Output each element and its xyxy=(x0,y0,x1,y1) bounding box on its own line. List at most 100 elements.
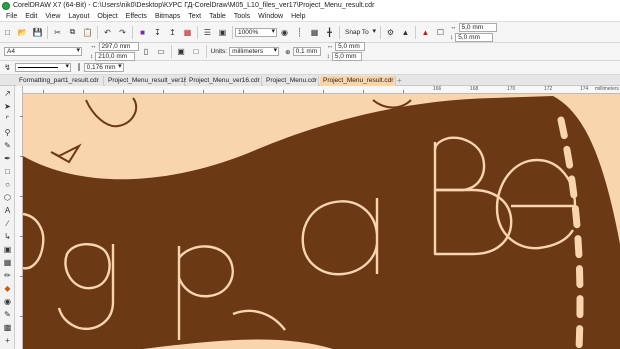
ruler-tick xyxy=(243,90,244,93)
menu-bitmaps[interactable]: Bitmaps xyxy=(151,13,184,20)
add-tool-icon[interactable]: + xyxy=(2,335,13,346)
vertical-ruler[interactable] xyxy=(15,86,23,349)
color-eyedropper-icon[interactable]: ✏ xyxy=(2,270,13,281)
horizontal-ruler[interactable]: 166 168 170 172 174 millimeters xyxy=(23,86,620,94)
coreldraw-window: CorelDRAW X7 (64-Bit) - C:\Users\nik0\De… xyxy=(0,0,620,349)
menu-tools[interactable]: Tools xyxy=(230,13,254,20)
landscape-orientation-icon[interactable]: ▭ xyxy=(156,46,167,57)
transparency-tool-icon[interactable]: ▦ xyxy=(2,257,13,268)
nudge-x-icon: ↔ xyxy=(450,23,457,31)
polygon-tool-icon[interactable]: ⬡ xyxy=(2,192,13,203)
crop-tool-icon[interactable]: ⌜ xyxy=(2,114,13,125)
nudge-group: ↔ 5,0 mm ↕ 5,0 mm xyxy=(448,22,497,42)
paste-icon[interactable]: 📋 xyxy=(82,27,93,38)
undo-icon[interactable]: ↶ xyxy=(102,27,113,38)
menu-layout[interactable]: Layout xyxy=(64,13,93,20)
open-folder-icon[interactable]: 📂 xyxy=(17,27,28,38)
welcome-screen-icon[interactable]: ▣ xyxy=(217,27,228,38)
page-width-field[interactable]: 297,0 mm xyxy=(98,42,139,51)
publish-pdf-icon[interactable]: ▦ xyxy=(182,27,193,38)
units-label: Units: xyxy=(210,48,228,55)
nudge-offset-field[interactable]: 0,1 mm xyxy=(292,47,321,56)
tab-project-menu[interactable]: Project_Menu.cdr xyxy=(263,76,319,86)
snap-to-dropdown[interactable]: Snap To xyxy=(342,28,378,37)
show-guidelines-icon[interactable]: ╋ xyxy=(324,27,335,38)
artistic-media-icon[interactable]: ✒ xyxy=(2,153,13,164)
toolbar-divider xyxy=(97,25,98,39)
nudge-x-field[interactable]: 5,0 mm xyxy=(458,22,497,32)
connector-tool-icon[interactable]: ↳ xyxy=(2,231,13,242)
ellipse-tool-icon[interactable]: ○ xyxy=(2,179,13,190)
line-style-select[interactable] xyxy=(15,63,71,72)
outline-color-icon[interactable]: ☐ xyxy=(435,27,446,38)
options-gear-icon[interactable]: ⚙ xyxy=(385,27,396,38)
import-icon[interactable]: ↧ xyxy=(152,27,163,38)
toolbar-divider xyxy=(170,45,172,58)
redo-icon[interactable]: ↷ xyxy=(117,27,128,38)
page-dimensions: ↔ 297,0 mm ↕ 210,0 mm xyxy=(88,42,139,61)
tab-project-menu-result-ver16[interactable]: Project_Menu_result_ver16.cdr xyxy=(105,76,198,86)
shape-tool-icon[interactable]: ➤ xyxy=(2,101,13,112)
units-select[interactable]: millimeters xyxy=(229,47,280,56)
outline-pen-icon[interactable]: ✎ xyxy=(2,309,13,320)
tab-formatting-part1-result[interactable]: Formatting_part1_result.cdr xyxy=(16,76,104,86)
nudge-y-field[interactable]: 5,0 mm xyxy=(455,32,494,42)
menu-help[interactable]: Help xyxy=(287,13,309,20)
duplicate-y-field[interactable]: 5,0 mm xyxy=(331,52,362,61)
page-height-field[interactable]: 210,0 mm xyxy=(95,52,136,61)
outline-bar: ↯ ║ 0,176 mm xyxy=(0,61,620,75)
launch-icon[interactable]: ▲ xyxy=(400,27,411,38)
rectangle-tool-icon[interactable]: □ xyxy=(2,166,13,177)
drop-shadow-icon[interactable]: ▣ xyxy=(2,244,13,255)
menu-text[interactable]: Text xyxy=(184,13,205,20)
fill-tool-icon[interactable]: ▩ xyxy=(2,322,13,333)
export-icon[interactable]: ↥ xyxy=(167,27,178,38)
toolbar-divider xyxy=(415,25,416,39)
zoom-level-select[interactable]: 1000% xyxy=(235,27,277,37)
outline-width-select[interactable]: 0,176 mm xyxy=(83,63,124,72)
tab-project-menu-ver16[interactable]: Project_Menu_ver16.cdr xyxy=(186,76,262,86)
interactive-fill-icon[interactable]: ◆ xyxy=(2,283,13,294)
menu-effects[interactable]: Effects xyxy=(122,13,151,20)
portrait-orientation-icon[interactable]: ▯ xyxy=(141,46,152,57)
fill-color-icon[interactable]: ▲ xyxy=(420,27,431,38)
parallel-dimension-icon[interactable]: ∕ xyxy=(2,218,13,229)
current-page-icon[interactable]: □ xyxy=(191,46,202,57)
show-grid-icon[interactable]: ▦ xyxy=(309,27,320,38)
duplicate-x-icon: ↔ xyxy=(326,43,334,50)
drawing-canvas[interactable] xyxy=(23,94,620,349)
menu-edit[interactable]: Edit xyxy=(21,13,41,20)
artwork[interactable] xyxy=(23,94,620,349)
coreldraw-logo-icon xyxy=(2,1,10,10)
save-icon[interactable]: 💾 xyxy=(32,27,43,38)
smart-fill-icon[interactable]: ◉ xyxy=(2,296,13,307)
zoom-tool-icon[interactable]: ⚲ xyxy=(2,127,13,138)
ruler-tick xyxy=(203,90,204,93)
menu-bar: File Edit View Layout Object Effects Bit… xyxy=(0,11,620,22)
text-tool-icon[interactable]: A xyxy=(2,205,13,216)
duplicate-x-field[interactable]: 5,0 mm xyxy=(335,42,366,51)
page-size-select[interactable]: A4 xyxy=(4,47,82,56)
menu-window[interactable]: Window xyxy=(254,13,287,20)
top-decoration-arc xyxy=(85,97,138,128)
menu-table[interactable]: Table xyxy=(205,13,230,20)
new-document-icon[interactable]: □ xyxy=(2,27,13,38)
pick-tool-icon[interactable]: ↗ xyxy=(2,88,13,99)
tab-project-menu-result[interactable]: Project_Menu_result.cdr xyxy=(320,76,396,86)
menu-view[interactable]: View xyxy=(41,13,64,20)
ruler-tick xyxy=(283,90,284,93)
show-rulers-icon[interactable]: ┊ xyxy=(294,27,305,38)
search-content-icon[interactable]: ■ xyxy=(137,27,148,38)
all-pages-icon[interactable]: ▣ xyxy=(176,46,187,57)
freehand-tool-icon[interactable]: ✎ xyxy=(2,140,13,151)
toolbar-divider xyxy=(47,25,48,39)
tool-flyout-icon[interactable]: ↯ xyxy=(2,62,13,73)
cut-icon[interactable]: ✂ xyxy=(52,27,63,38)
menu-file[interactable]: File xyxy=(2,13,21,20)
copy-icon[interactable]: ⧉ xyxy=(67,27,78,38)
page-width-icon: ↔ xyxy=(90,43,97,50)
menu-object[interactable]: Object xyxy=(93,13,121,20)
new-tab-plus-icon[interactable]: + xyxy=(397,76,405,86)
full-screen-preview-icon[interactable]: ◉ xyxy=(279,27,290,38)
application-launcher-icon[interactable]: ☰ xyxy=(202,27,213,38)
